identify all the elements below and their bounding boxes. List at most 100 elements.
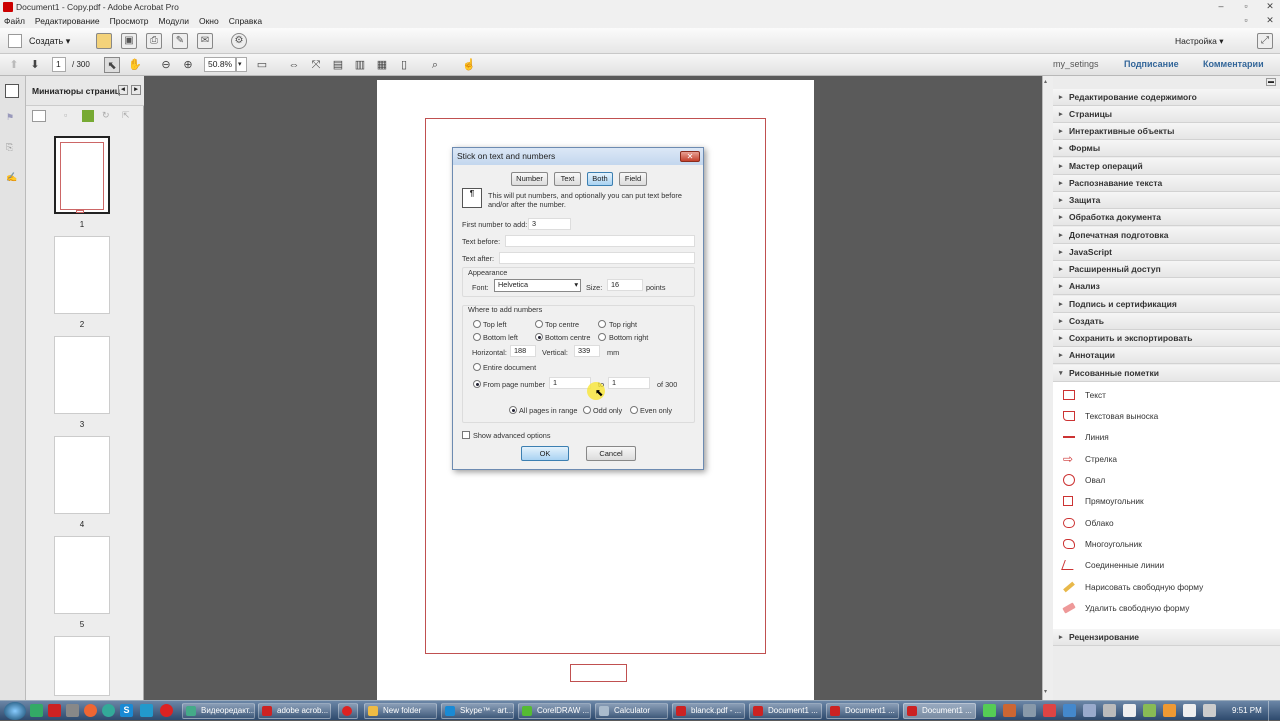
menu-view[interactable]: Просмотр: [110, 16, 149, 26]
menu-window[interactable]: Окно: [199, 16, 219, 26]
tray-icon[interactable]: [1103, 704, 1116, 717]
fit-page-icon[interactable]: ▭: [254, 57, 270, 73]
open-folder-icon[interactable]: [96, 33, 112, 49]
scroll-down-icon[interactable]: ▾: [1044, 688, 1052, 696]
find-icon[interactable]: ⌕: [427, 57, 443, 73]
tool-text[interactable]: Текст: [1063, 385, 1106, 405]
section-create[interactable]: Создать: [1053, 313, 1280, 330]
select-tool-icon[interactable]: ⬉: [104, 57, 120, 73]
two-page-icon[interactable]: ▦: [374, 57, 390, 73]
close-icon[interactable]: ✕: [1262, 1, 1278, 12]
ok-button[interactable]: OK: [521, 446, 569, 461]
radio-bottom-centre[interactable]: [535, 333, 543, 341]
section-action-wizard[interactable]: Мастер операций: [1053, 158, 1280, 175]
cancel-button[interactable]: Cancel: [586, 446, 636, 461]
fit-width-icon[interactable]: ⇔: [286, 57, 302, 73]
collapse-panel-icon[interactable]: ◂: [118, 85, 128, 95]
save-icon[interactable]: ▣: [121, 33, 137, 49]
tool-polygon[interactable]: Многоугольник: [1063, 534, 1142, 554]
tool-rectangle[interactable]: Прямоугольник: [1063, 491, 1144, 511]
tray-icon[interactable]: [1123, 704, 1136, 717]
start-button[interactable]: [4, 702, 26, 720]
customize-button[interactable]: Настройка ▾: [1175, 36, 1224, 47]
thumbnail-page-2[interactable]: [54, 236, 110, 314]
thumbnail-page-1[interactable]: [54, 136, 110, 214]
skype-quicklaunch-icon[interactable]: S: [120, 704, 133, 717]
extract-page-icon[interactable]: ⇱: [122, 110, 132, 122]
maximize-icon[interactable]: ▫: [1238, 1, 1254, 12]
signatures-icon[interactable]: ✍: [6, 172, 18, 186]
thumb-options-icon[interactable]: [32, 110, 46, 122]
size-input[interactable]: 16: [607, 279, 643, 291]
section-save-export[interactable]: Сохранить и экспортировать: [1053, 330, 1280, 347]
tool-eraser[interactable]: Удалить свободную форму: [1062, 598, 1189, 618]
section-interactive-objects[interactable]: Интерактивные объекты: [1053, 123, 1280, 140]
bookmarks-icon[interactable]: ⚑: [6, 112, 18, 126]
opera-quicklaunch-icon[interactable]: [160, 704, 173, 717]
touch-icon[interactable]: ☝: [461, 57, 477, 73]
section-edit-content[interactable]: Редактирование содержимого: [1053, 89, 1280, 106]
firefox-icon[interactable]: [84, 704, 97, 717]
section-print-production[interactable]: Допечатная подготовка: [1053, 227, 1280, 244]
full-screen-icon[interactable]: ⤧: [308, 57, 324, 73]
show-desktop-button[interactable]: [1268, 701, 1280, 721]
tools-quicklaunch-icon[interactable]: [66, 704, 79, 717]
radio-from-page[interactable]: [473, 380, 481, 388]
horizontal-input[interactable]: 188: [510, 345, 536, 357]
radio-top-right[interactable]: [598, 320, 606, 328]
from-page-input[interactable]: 1: [549, 377, 591, 389]
task-video-editor[interactable]: Видеоредакт...: [182, 703, 255, 719]
task-calculator[interactable]: Calculator: [595, 703, 668, 719]
font-select[interactable]: Helvetica ▾: [494, 279, 581, 292]
radio-top-centre[interactable]: [535, 320, 543, 328]
tray-icon[interactable]: [1063, 704, 1076, 717]
my-settings-tab[interactable]: my_setings: [1053, 59, 1099, 69]
radio-bottom-right[interactable]: [598, 333, 606, 341]
task-document1-c[interactable]: Document1 ...: [903, 703, 976, 719]
doc-restore-icon[interactable]: ▫: [1238, 15, 1254, 26]
page-number-input[interactable]: 1: [52, 57, 66, 72]
page-thumbnails-icon[interactable]: [5, 84, 19, 98]
zoom-out-icon[interactable]: ⊖: [158, 57, 174, 73]
sign-tab[interactable]: Подписание: [1124, 59, 1179, 69]
task-document1-a[interactable]: Document1 ...: [749, 703, 822, 719]
task-adobe-search[interactable]: adobe acrob...: [258, 703, 331, 719]
section-annotations[interactable]: Аннотации: [1053, 347, 1280, 364]
radio-top-left[interactable]: [473, 320, 481, 328]
task-blanck-pdf[interactable]: blanck.pdf - ...: [672, 703, 745, 719]
tool-oval[interactable]: Овал: [1063, 470, 1105, 490]
section-pages[interactable]: Страницы: [1053, 106, 1280, 123]
section-analysis[interactable]: Анализ: [1053, 278, 1280, 295]
task-coreldraw[interactable]: CorelDRAW ...: [518, 703, 591, 719]
thumbnail-page-5[interactable]: [54, 536, 110, 614]
tool-polyline[interactable]: Соединенные линии: [1061, 555, 1164, 575]
attachment-icon[interactable]: ⎘: [6, 142, 18, 156]
zoom-in-icon[interactable]: ⊕: [180, 57, 196, 73]
radio-even-only[interactable]: [630, 406, 638, 414]
tab-text[interactable]: Text: [554, 172, 581, 186]
scrolling-icon[interactable]: ▥: [352, 57, 368, 73]
hand-tool-icon[interactable]: ✋: [127, 57, 143, 73]
radio-entire-document[interactable]: [473, 363, 481, 371]
tray-icon[interactable]: [1003, 704, 1016, 717]
thumbnail-page-3[interactable]: [54, 336, 110, 414]
radio-odd-only[interactable]: [583, 406, 591, 414]
tray-icon[interactable]: [983, 704, 996, 717]
task-document1-b[interactable]: Document1 ...: [826, 703, 899, 719]
next-page-icon[interactable]: ⬇: [27, 57, 43, 73]
single-page-icon[interactable]: ▤: [330, 57, 346, 73]
first-number-input[interactable]: 3: [528, 218, 571, 230]
tool-line[interactable]: Линия: [1063, 427, 1109, 447]
tray-icon[interactable]: [1043, 704, 1056, 717]
tray-icon[interactable]: [1023, 704, 1036, 717]
dialog-close-icon[interactable]: ✕: [680, 151, 700, 162]
section-forms[interactable]: Формы: [1053, 140, 1280, 157]
comments-tab[interactable]: Комментарии: [1203, 59, 1264, 69]
doc-close-icon[interactable]: ✕: [1262, 15, 1278, 26]
panel-menu-icon[interactable]: ▬: [1266, 78, 1276, 86]
tray-icon[interactable]: [1083, 704, 1096, 717]
tray-icon[interactable]: [1183, 704, 1196, 717]
section-protection[interactable]: Защита: [1053, 192, 1280, 209]
menu-file[interactable]: Файл: [4, 16, 25, 26]
create-button[interactable]: Создать ▾: [29, 36, 70, 47]
